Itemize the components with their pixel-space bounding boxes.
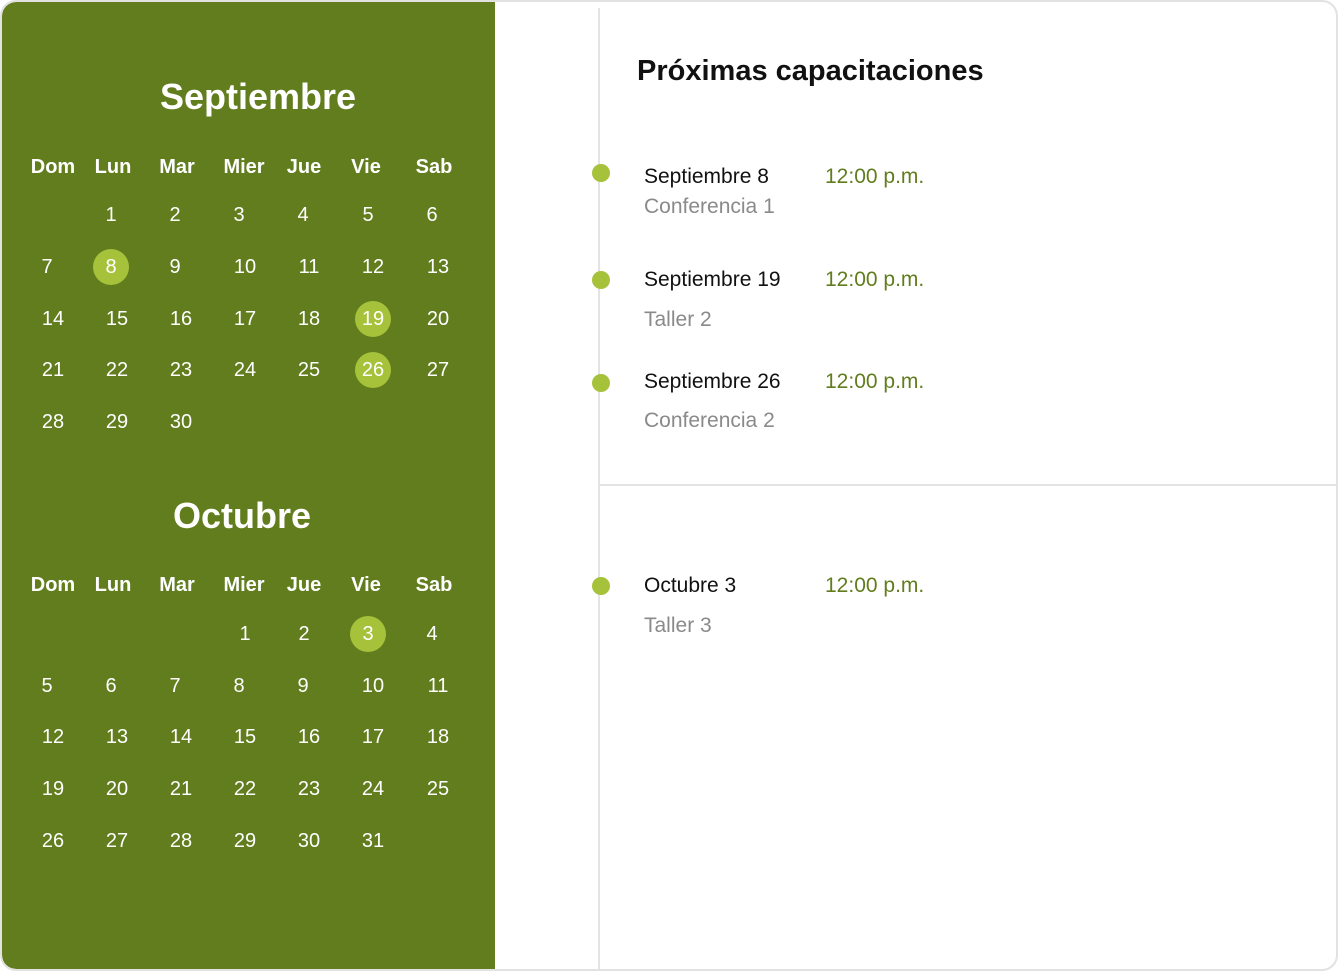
event-date: Septiembre 19 — [644, 268, 781, 291]
calendar-day[interactable]: 21 — [163, 771, 199, 807]
calendar-day[interactable]: 13 — [99, 719, 135, 755]
calendar-day[interactable]: 26 — [35, 823, 71, 859]
calendar-day[interactable]: 16 — [163, 301, 199, 337]
event-time: 12:00 p.m. — [825, 268, 925, 291]
calendar-day[interactable]: 10 — [227, 249, 263, 285]
timeline-dot — [592, 271, 610, 289]
calendar-day[interactable]: 25 — [291, 352, 327, 388]
calendar-day[interactable]: 28 — [163, 823, 199, 859]
calendar-day[interactable]: 10 — [355, 668, 391, 704]
upcoming-title: Próximas capacitaciones — [637, 55, 984, 87]
calendar-day[interactable]: 22 — [99, 352, 135, 388]
calendar-day[interactable]: 31 — [355, 823, 391, 859]
calendar-day[interactable]: 14 — [163, 719, 199, 755]
calendar-day[interactable]: 30 — [291, 823, 327, 859]
month-title-september: Septiembre — [159, 76, 357, 117]
calendar-day[interactable]: 6 — [93, 668, 129, 704]
calendar-day[interactable]: 9 — [157, 249, 193, 285]
weekday-label: Mar — [159, 156, 195, 178]
event-date: Octubre 3 — [644, 574, 737, 597]
calendar-day[interactable]: 17 — [355, 719, 391, 755]
timeline-dot — [592, 164, 610, 182]
calendar-day[interactable]: 18 — [420, 719, 456, 755]
calendar-day[interactable]: 24 — [227, 352, 263, 388]
calendar-day[interactable]: 14 — [35, 301, 71, 337]
event-time: 12:00 p.m. — [825, 574, 925, 597]
calendar-day[interactable]: 20 — [99, 771, 135, 807]
calendar-day[interactable]: 7 — [157, 668, 193, 704]
calendar-day[interactable]: 20 — [420, 301, 456, 337]
weekday-label: Vie — [351, 574, 381, 596]
event-time: 12:00 p.m. — [825, 165, 925, 188]
calendar-day[interactable]: 5 — [350, 197, 386, 233]
event-date: Septiembre 8 — [644, 165, 769, 188]
weekday-label: Lun — [94, 574, 132, 596]
timeline-line — [598, 8, 600, 969]
calendar-day[interactable]: 30 — [163, 404, 199, 440]
calendar-day[interactable]: 23 — [291, 771, 327, 807]
month-divider — [599, 484, 1336, 486]
month-title-october: Octubre — [172, 495, 312, 536]
calendar-day[interactable]: 27 — [99, 823, 135, 859]
calendar-day[interactable]: 8 — [221, 668, 257, 704]
calendar-day-event[interactable]: 19 — [355, 301, 391, 337]
calendar-day[interactable]: 29 — [99, 404, 135, 440]
calendar-day[interactable]: 24 — [355, 771, 391, 807]
weekday-label: Lun — [94, 156, 132, 178]
calendar-day[interactable]: 12 — [35, 719, 71, 755]
training-calendar-card: Septiembre Dom Lun Mar Mier Jue Vie Sab 123456… — [0, 0, 1338, 971]
calendar-day[interactable]: 19 — [35, 771, 71, 807]
calendar-day[interactable]: 22 — [227, 771, 263, 807]
calendar-day-event[interactable]: 3 — [350, 616, 386, 652]
weekday-label: Sab — [415, 574, 453, 596]
weekday-label: Dom — [30, 156, 76, 178]
calendar-day[interactable]: 11 — [291, 249, 327, 285]
calendar-day[interactable]: 4 — [414, 616, 450, 652]
timeline-dot — [592, 577, 610, 595]
calendar-day-event[interactable]: 8 — [93, 249, 129, 285]
event-name: Conferencia 2 — [644, 409, 775, 432]
weekday-label: Jue — [286, 156, 322, 178]
calendar-day[interactable]: 5 — [29, 668, 65, 704]
calendar-day[interactable]: 18 — [291, 301, 327, 337]
weekday-label: Mier — [223, 574, 265, 596]
calendar-day[interactable]: 7 — [29, 249, 65, 285]
calendar-day[interactable]: 15 — [227, 719, 263, 755]
calendar-day[interactable]: 13 — [420, 249, 456, 285]
weekday-label: Dom — [30, 574, 76, 596]
calendar-day[interactable]: 25 — [420, 771, 456, 807]
calendar-day[interactable]: 2 — [286, 616, 322, 652]
calendar-day[interactable]: 12 — [355, 249, 391, 285]
weekday-label: Sab — [415, 156, 453, 178]
event-name: Conferencia 1 — [644, 195, 775, 218]
calendar-day[interactable]: 1 — [93, 197, 129, 233]
weekday-label: Vie — [351, 156, 381, 178]
calendar-day[interactable]: 29 — [227, 823, 263, 859]
calendar-day[interactable]: 23 — [163, 352, 199, 388]
calendar-day[interactable]: 3 — [221, 197, 257, 233]
calendar-panel: Septiembre Dom Lun Mar Mier Jue Vie Sab 123456… — [2, 2, 495, 969]
calendar-day[interactable]: 27 — [420, 352, 456, 388]
calendar-day[interactable]: 1 — [227, 616, 263, 652]
calendar-day[interactable]: 17 — [227, 301, 263, 337]
calendar-day[interactable]: 2 — [157, 197, 193, 233]
event-name: Taller 3 — [644, 614, 712, 637]
event-date: Septiembre 26 — [644, 370, 781, 393]
calendar-day[interactable]: 4 — [285, 197, 321, 233]
calendar-day-event[interactable]: 26 — [355, 352, 391, 388]
weekday-label: Mar — [159, 574, 195, 596]
calendar-day[interactable]: 9 — [285, 668, 321, 704]
calendar-day[interactable]: 6 — [414, 197, 450, 233]
weekday-label: Mier — [223, 156, 265, 178]
calendar-day[interactable]: 28 — [35, 404, 71, 440]
calendar-day[interactable]: 15 — [99, 301, 135, 337]
event-time: 12:00 p.m. — [825, 370, 925, 393]
calendar-day[interactable]: 21 — [35, 352, 71, 388]
event-name: Taller 2 — [644, 308, 712, 331]
calendar-day[interactable]: 11 — [420, 668, 456, 704]
weekday-label: Jue — [286, 574, 322, 596]
timeline-dot — [592, 374, 610, 392]
calendar-day[interactable]: 16 — [291, 719, 327, 755]
